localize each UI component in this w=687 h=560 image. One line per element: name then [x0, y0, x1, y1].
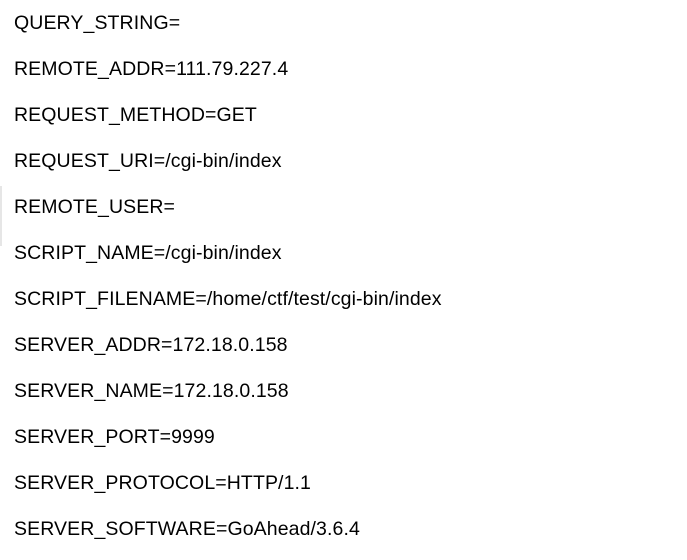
env-server-protocol: SERVER_PROTOCOL=HTTP/1.1 — [14, 472, 311, 494]
env-server-name: SERVER_NAME=172.18.0.158 — [14, 380, 289, 402]
window-edge — [0, 186, 2, 246]
env-remote-user: REMOTE_USER= — [14, 196, 176, 218]
env-query-string: QUERY_STRING= — [14, 12, 181, 34]
env-server-port: SERVER_PORT=9999 — [14, 426, 215, 448]
env-remote-addr: REMOTE_ADDR=111.79.227.4 — [14, 58, 289, 80]
env-script-name: SCRIPT_NAME=/cgi-bin/index — [14, 242, 282, 264]
env-request-method: REQUEST_METHOD=GET — [14, 104, 257, 126]
cgi-environment-list: QUERY_STRING= REMOTE_ADDR=111.79.227.4 R… — [14, 0, 442, 552]
env-script-filename: SCRIPT_FILENAME=/home/ctf/test/cgi-bin/i… — [14, 288, 442, 310]
env-server-addr: SERVER_ADDR=172.18.0.158 — [14, 334, 288, 356]
env-server-software: SERVER_SOFTWARE=GoAhead/3.6.4 — [14, 518, 360, 540]
env-request-uri: REQUEST_URI=/cgi-bin/index — [14, 150, 282, 172]
